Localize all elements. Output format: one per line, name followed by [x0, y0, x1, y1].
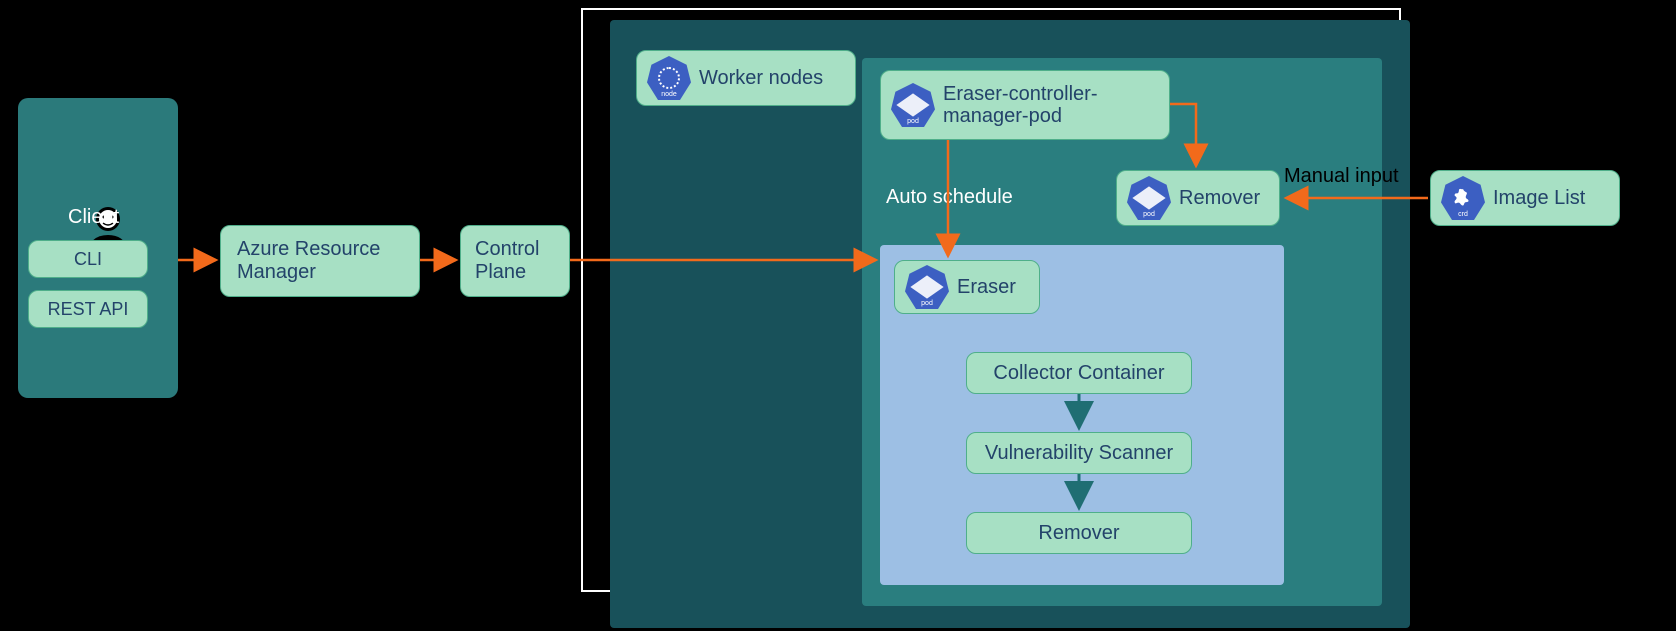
image-list-label: Image List: [1493, 187, 1585, 210]
collector-label: Collector Container: [993, 362, 1164, 385]
crd-icon: crd: [1441, 176, 1485, 220]
client-panel: Client CLI REST API: [18, 98, 178, 398]
control-plane-box: Control Plane: [460, 225, 570, 297]
vuln-box: Vulnerability Scanner: [966, 432, 1192, 474]
restapi-box: REST API: [28, 290, 148, 328]
node-icon: node: [647, 56, 691, 100]
worker-nodes-box: node Worker nodes: [636, 50, 856, 106]
cli-label: CLI: [74, 249, 102, 270]
eraser-box: pod Eraser: [894, 260, 1040, 314]
remover-step-label: Remover: [1038, 522, 1119, 545]
arm-box: Azure Resource Manager: [220, 225, 420, 297]
image-list-box: crd Image List: [1430, 170, 1620, 226]
pod-icon: pod: [905, 265, 949, 309]
vuln-label: Vulnerability Scanner: [985, 442, 1173, 465]
eraser-controller-pod-label: Eraser-controller-manager-pod: [943, 83, 1159, 127]
restapi-label: REST API: [48, 299, 129, 320]
cli-box: CLI: [28, 240, 148, 278]
client-title: Client: [68, 206, 119, 229]
manual-input-label: Manual input: [1284, 165, 1399, 188]
arm-label: Azure Resource Manager: [237, 238, 409, 284]
eraser-label: Eraser: [957, 276, 1016, 299]
remover-step-box: Remover: [966, 512, 1192, 554]
control-plane-label: Control Plane: [475, 238, 559, 284]
auto-schedule-label: Auto schedule: [886, 186, 1013, 209]
pod-icon: pod: [1127, 176, 1171, 220]
collector-box: Collector Container: [966, 352, 1192, 394]
remover-pod-label: Remover: [1179, 187, 1260, 210]
remover-pod-box: pod Remover: [1116, 170, 1280, 226]
pod-icon: pod: [891, 83, 935, 127]
worker-nodes-label: Worker nodes: [699, 67, 823, 90]
eraser-controller-pod-box: pod Eraser-controller-manager-pod: [880, 70, 1170, 140]
